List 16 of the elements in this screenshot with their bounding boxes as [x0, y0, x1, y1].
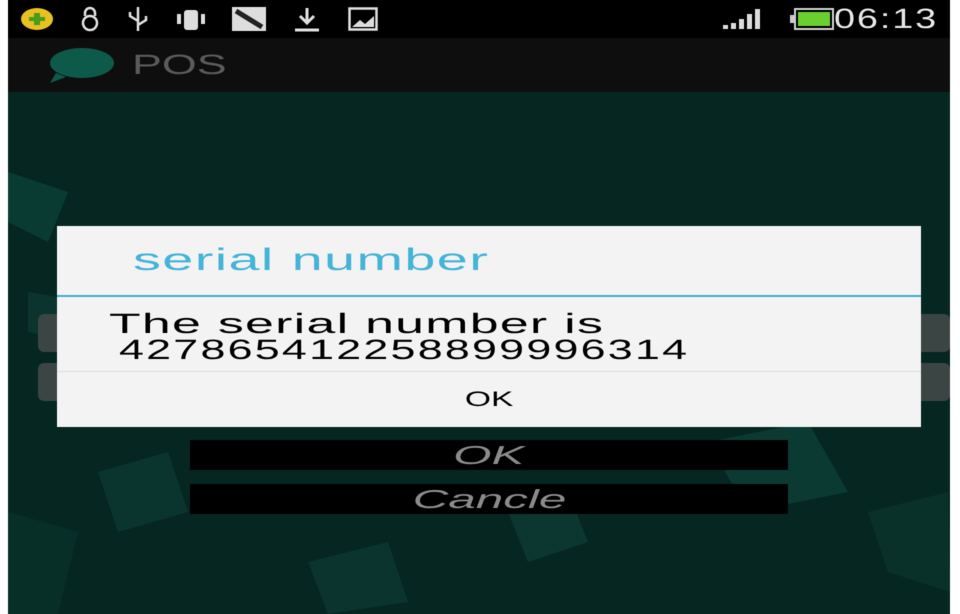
usb-icon: [126, 5, 150, 33]
action-button[interactable]: Cancle: [190, 484, 788, 514]
download-icon: [292, 6, 322, 32]
app-icon: [20, 7, 54, 31]
image-icon: [232, 7, 266, 31]
dialog-message: The serial number is: [109, 311, 604, 337]
ok-button[interactable]: OK: [57, 372, 921, 427]
clock-time: 06:13: [834, 2, 938, 36]
signal-icon: [722, 9, 763, 29]
serial-number: 427865412258899996314: [119, 337, 690, 363]
picture-icon: [348, 7, 378, 31]
battery-icon: [788, 7, 835, 31]
app-title: POS: [132, 48, 227, 82]
action-button[interactable]: OK: [190, 440, 788, 470]
lock-icon: [80, 6, 100, 32]
dialog-title: serial number: [133, 241, 490, 280]
